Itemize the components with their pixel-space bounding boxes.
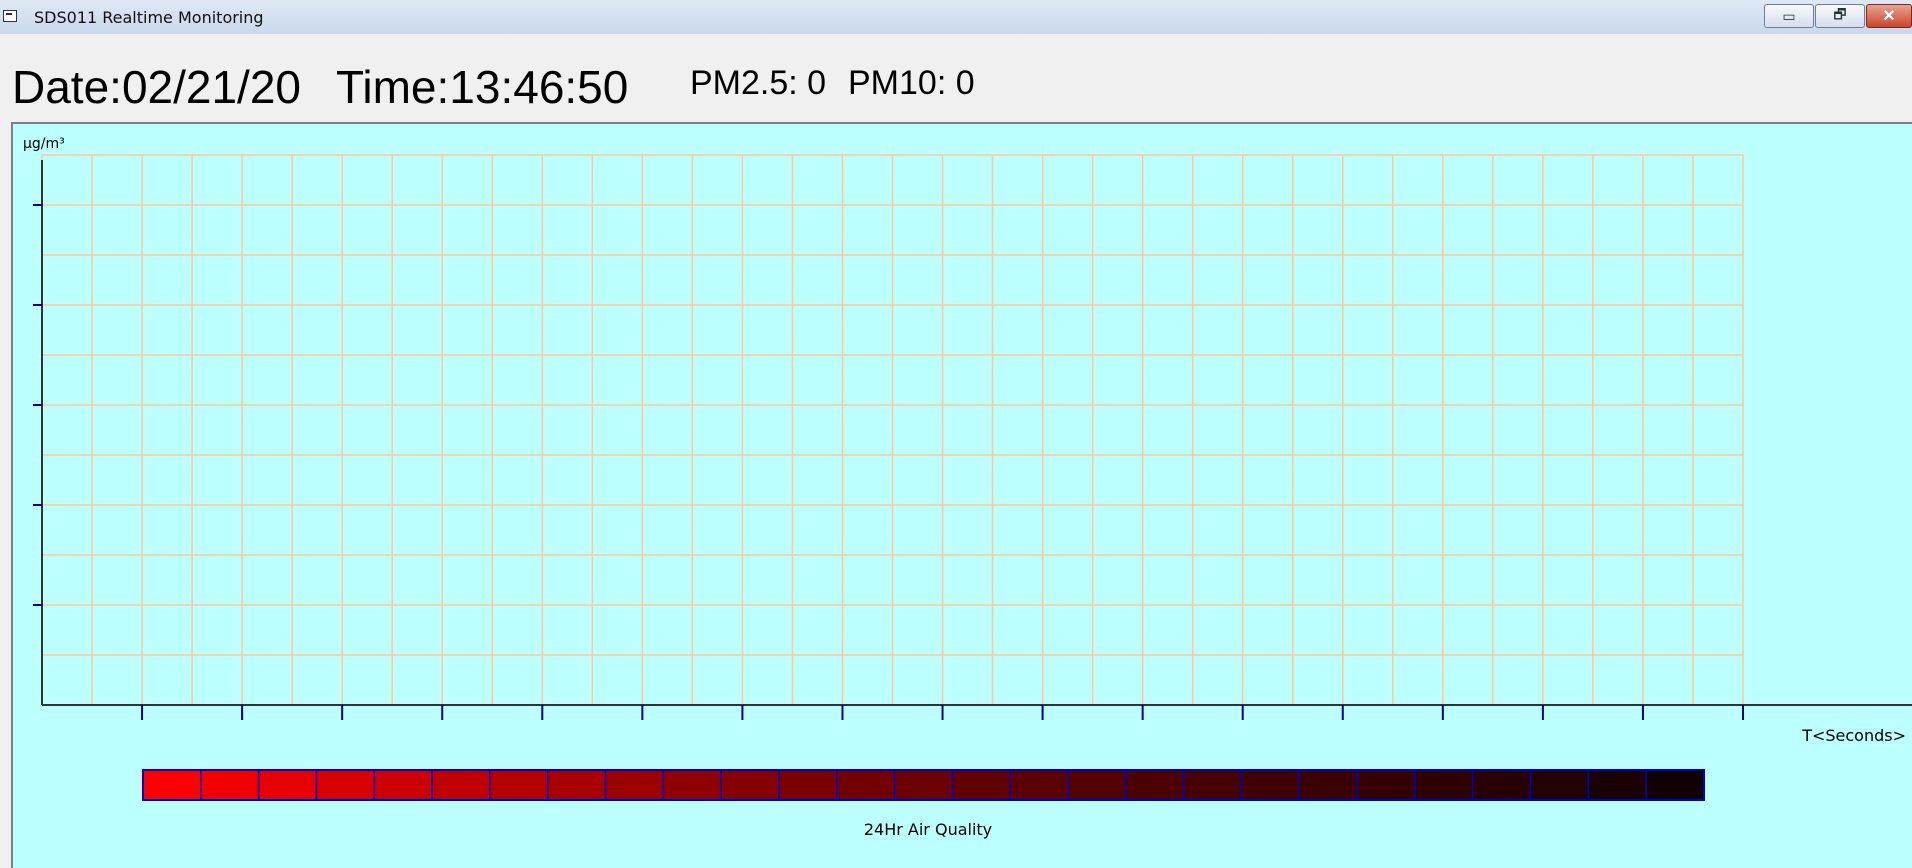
air-quality-bar: [142, 769, 1705, 801]
air-quality-segment: [778, 769, 838, 801]
air-quality-segment: [200, 769, 260, 801]
air-quality-segment: [1009, 769, 1069, 801]
air-quality-segment: [1067, 769, 1127, 801]
air-quality-segment: [662, 769, 722, 801]
air-quality-label: 24Hr Air Quality: [863, 820, 993, 839]
air-quality-segment: [1240, 769, 1301, 801]
air-quality-segment: [1125, 769, 1185, 801]
air-quality-segment: [720, 769, 780, 801]
air-quality-segment: [546, 769, 607, 801]
air-quality-segment: [893, 769, 954, 801]
air-quality-segment: [142, 769, 202, 801]
air-quality-segment: [315, 769, 376, 801]
air-quality-segment: [1645, 769, 1705, 801]
air-quality-segment: [836, 769, 896, 801]
air-quality-segment: [257, 769, 318, 801]
x-axis-label: T<Seconds>: [1802, 726, 1906, 745]
air-quality-segment: [431, 769, 491, 801]
realtime-chart: [33, 154, 1912, 801]
air-quality-segment: [489, 769, 549, 801]
chart-grid: [41, 154, 1744, 706]
air-quality-segment: [373, 769, 433, 801]
air-quality-segment: [1414, 769, 1474, 801]
air-quality-segment: [1471, 769, 1532, 801]
air-quality-segment: [1529, 769, 1590, 801]
air-quality-segment: [1182, 769, 1243, 801]
air-quality-segment: [1587, 769, 1647, 801]
air-quality-segment: [1298, 769, 1358, 801]
air-quality-segment: [951, 769, 1011, 801]
air-quality-segment: [1356, 769, 1416, 801]
air-quality-segment: [604, 769, 665, 801]
chart-axes: [33, 160, 1912, 720]
